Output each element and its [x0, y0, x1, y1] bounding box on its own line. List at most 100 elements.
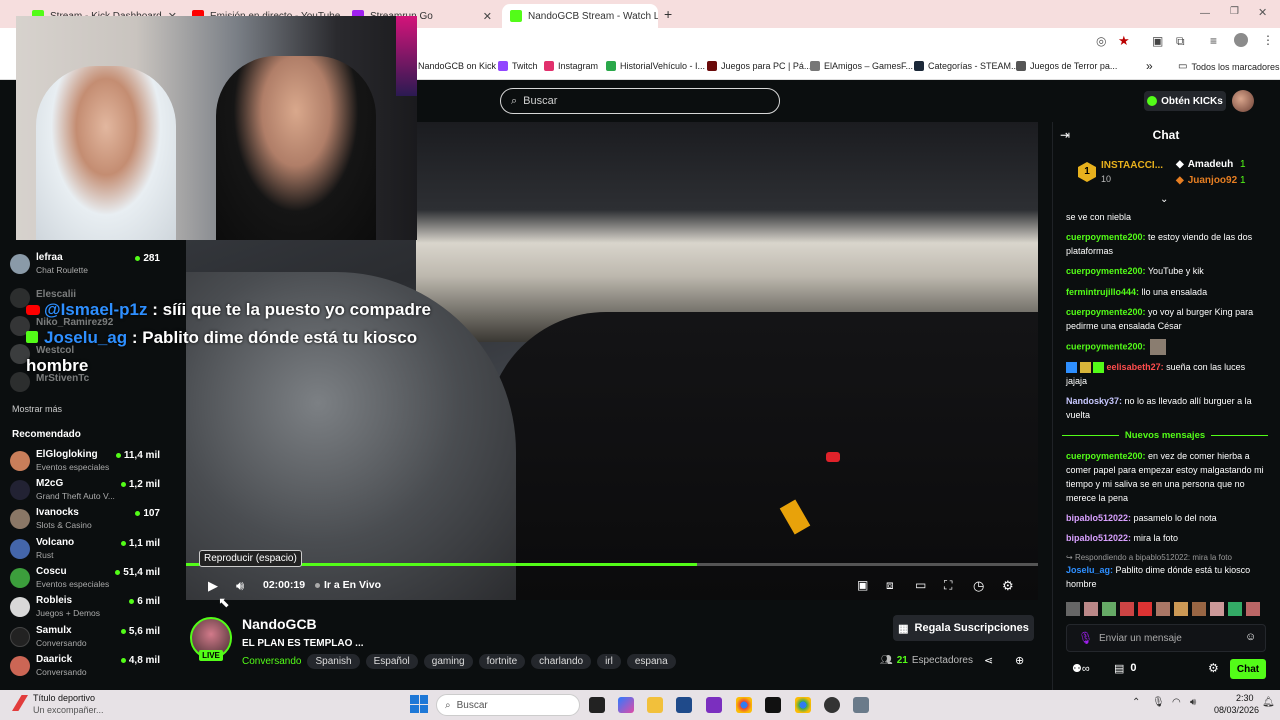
user-avatar[interactable]	[1232, 90, 1254, 112]
get-kicks-button[interactable]: Obtén KICKs	[1144, 91, 1226, 111]
bookmark-nandogcb[interactable]: NandoGCB on Kick	[418, 61, 496, 71]
extension-icon[interactable]: ▣	[1152, 34, 1163, 48]
clip-icon[interactable]: ⧈	[886, 578, 894, 593]
bookmark-twitch[interactable]: Twitch	[498, 61, 538, 71]
profile-avatar[interactable]	[1234, 33, 1248, 47]
new-tab-button[interactable]: +	[664, 6, 672, 22]
tray-chevron-icon[interactable]: ⌃	[1132, 697, 1140, 708]
windows-start-icon[interactable]	[410, 695, 428, 713]
eye-off-icon[interactable]: ◎	[1096, 34, 1106, 48]
sidebar-item-ivanocks[interactable]: Ivanocks Slots & Casino 107	[10, 505, 160, 533]
clock-date[interactable]: 08/03/2026	[1214, 705, 1259, 715]
sidebar-item-m2cg[interactable]: M2cG Grand Theft Auto V... 1,2 mil	[10, 476, 160, 504]
all-bookmarks-button[interactable]: ▭ Todos los marcadores	[1178, 61, 1280, 72]
emote-icon[interactable]	[1228, 602, 1242, 616]
emote-icon[interactable]	[1156, 602, 1170, 616]
emoji-icon[interactable]: ☺	[1245, 631, 1256, 643]
emote-icon[interactable]	[1192, 602, 1206, 616]
play-icon[interactable]: ▶	[208, 578, 218, 594]
clock-time[interactable]: 2:30	[1236, 693, 1254, 703]
bookmark-historial[interactable]: HistorialVehículo - I...	[606, 61, 705, 71]
notifications-bell-icon[interactable]: 🔔︎	[1262, 697, 1275, 708]
sidebar-item-daarick[interactable]: Daarick Conversando 4,8 mil	[10, 652, 160, 680]
theater-mode-icon[interactable]: ▭	[915, 578, 926, 592]
app-icon[interactable]	[706, 697, 722, 713]
notification-title[interactable]: Título deportivo	[33, 693, 95, 703]
copilot-icon[interactable]	[618, 697, 634, 713]
sidebar-item-volcano[interactable]: Volcano Rust 1,1 mil	[10, 535, 160, 563]
show-more-link[interactable]: Mostrar más	[12, 404, 62, 414]
sidebar-item-elglogloking[interactable]: ElGlogloking Eventos especiales 11,4 mil	[10, 447, 160, 475]
channel-name[interactable]: NandoGCB	[242, 616, 317, 632]
wifi-icon[interactable]: ◠	[1172, 697, 1181, 708]
star-icon[interactable]: ★	[1118, 33, 1130, 49]
taskbar	[0, 690, 1280, 720]
expand-leaderboard-icon[interactable]: ⌄	[1160, 194, 1168, 205]
minimize-icon[interactable]: —	[1200, 8, 1210, 19]
settings-icon[interactable]	[853, 697, 869, 713]
speaker-icon[interactable]: 🔊︎	[1190, 697, 1196, 708]
tag-gaming[interactable]: gaming	[423, 654, 473, 669]
puzzle-icon[interactable]: ⧉	[1176, 34, 1185, 49]
leaderboard-user-2[interactable]: ◆ Amadeuh	[1176, 159, 1233, 170]
leaderboard-user-3[interactable]: ◆ Juanjoo92	[1176, 175, 1237, 186]
emote-icon[interactable]	[1084, 602, 1098, 616]
fullscreen-icon[interactable]: ⛶	[944, 578, 952, 593]
volume-icon[interactable]: 🔊︎	[236, 578, 244, 594]
close-icon[interactable]: ✕	[483, 10, 492, 23]
more-vertical-icon[interactable]: ⋮	[1262, 33, 1274, 47]
points-icon[interactable]: ⚉∞	[1072, 662, 1090, 675]
tab-nandogcb-stream[interactable]: NandoGCB Stream - Watch Live ✕	[502, 4, 658, 28]
emote-icon[interactable]	[1246, 602, 1260, 616]
bookmark-juegos-pc[interactable]: Juegos para PC | Pá...	[707, 61, 811, 71]
tag-irl[interactable]: irl	[597, 654, 621, 669]
emote-icon[interactable]	[1210, 602, 1224, 616]
maximize-icon[interactable]: ❐	[1230, 6, 1239, 17]
close-window-icon[interactable]: ✕	[1258, 6, 1267, 19]
bookmark-elamigos[interactable]: ElAmigos – GamesF...	[810, 61, 913, 71]
obs-icon[interactable]	[824, 697, 840, 713]
bookmark-juegos-terror[interactable]: Juegos de Terror pa...	[1016, 61, 1117, 71]
category-link[interactable]: Conversando	[242, 656, 301, 667]
chrome-icon[interactable]	[736, 697, 752, 713]
chat-message-input[interactable]: Enviar un mensaje	[1066, 624, 1266, 652]
sidebar-item-lefraa[interactable]: lefraa Chat Roulette 281	[10, 250, 160, 278]
file-explorer-icon[interactable]	[647, 697, 663, 713]
tiktok-icon[interactable]	[765, 697, 781, 713]
task-view-icon[interactable]	[589, 697, 605, 713]
emote-icon[interactable]	[1120, 602, 1134, 616]
sidebar-item-coscu[interactable]: Coscu Eventos especiales 51,4 mil	[10, 564, 160, 592]
tag-espanol[interactable]: Español	[365, 654, 418, 669]
leaderboard-top-user[interactable]: INSTAACCI...	[1101, 160, 1163, 171]
chat-settings-icon[interactable]: ⚙	[1208, 661, 1219, 675]
emote-icon[interactable]	[1138, 602, 1152, 616]
media-icon[interactable]: ≡	[1210, 34, 1217, 48]
share-icon[interactable]: ⋖	[984, 654, 993, 667]
sidebar-item-samulx[interactable]: Samulx Conversando 5,6 mil	[10, 623, 160, 651]
miniplayer-icon[interactable]: ▣	[857, 578, 868, 592]
bookmark-instagram[interactable]: Instagram	[544, 61, 598, 71]
tag-espana[interactable]: espana	[626, 654, 676, 669]
sidebar-item-robleis[interactable]: Robleis Juegos + Demos 6 mil	[10, 593, 160, 621]
search-input[interactable]: ⌕ Buscar	[500, 88, 780, 114]
go-live-button[interactable]: Ir a En Vivo	[315, 579, 381, 591]
settings-gear-icon[interactable]: ⚙	[1002, 578, 1014, 594]
microphone-icon[interactable]: 🎙︎	[1078, 631, 1093, 645]
follow-icon[interactable]: ⊕	[1015, 654, 1024, 667]
gift-subs-button[interactable]: ▦ Regala Suscripciones	[893, 615, 1034, 641]
speed-icon[interactable]: ◷	[973, 578, 984, 594]
tag-fortnite[interactable]: fortnite	[478, 654, 526, 669]
store-icon[interactable]	[676, 697, 692, 713]
chest-points[interactable]: ▤ 0	[1114, 662, 1137, 675]
bookmark-steam[interactable]: Categorías - STEAM...	[914, 61, 1019, 71]
tag-charlando[interactable]: charlando	[531, 654, 592, 669]
emote-icon[interactable]	[1174, 602, 1188, 616]
emote-icon[interactable]	[1102, 602, 1116, 616]
microphone-tray-icon[interactable]: 🎙︎	[1152, 697, 1165, 708]
taskbar-search[interactable]: ⌕ Buscar	[436, 694, 580, 716]
bookmarks-more-button[interactable]: »	[1146, 59, 1153, 73]
tag-spanish[interactable]: Spanish	[307, 654, 360, 669]
chrome-profile-icon[interactable]	[795, 697, 811, 713]
send-chat-button[interactable]: Chat	[1230, 659, 1266, 679]
emote-icon[interactable]	[1066, 602, 1080, 616]
